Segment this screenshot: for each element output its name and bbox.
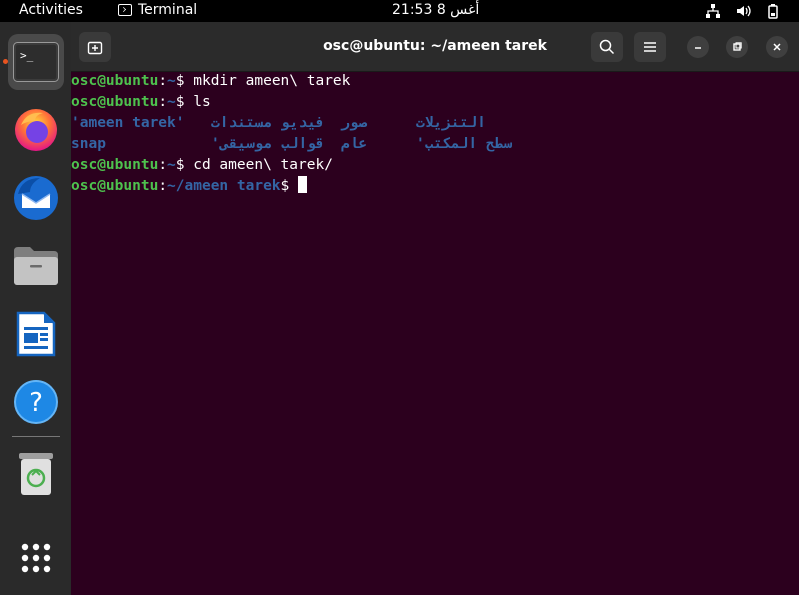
terminal-line: osc@ubuntu:~$ ls bbox=[71, 94, 211, 110]
dock-show-applications[interactable] bbox=[8, 530, 64, 586]
volume-icon[interactable] bbox=[735, 3, 751, 19]
trash-icon bbox=[19, 453, 53, 495]
dock-help[interactable]: ? bbox=[8, 374, 64, 430]
header-bar: osc@ubuntu: ~/ameen tarek bbox=[71, 22, 799, 72]
dock-files[interactable] bbox=[8, 238, 64, 294]
dock-thunderbird[interactable] bbox=[8, 170, 64, 226]
terminal-window: osc@ubuntu: ~/ameen tarek osc@ubuntu:~$ … bbox=[71, 22, 799, 595]
ls-entry: التنزيلات bbox=[416, 115, 486, 131]
system-tray[interactable] bbox=[705, 3, 781, 19]
battery-icon[interactable] bbox=[765, 3, 781, 19]
minimize-button[interactable] bbox=[687, 36, 709, 58]
hamburger-icon bbox=[644, 42, 656, 52]
ls-entry: 'ameen tarek' bbox=[71, 115, 185, 131]
clock[interactable]: أغس 8 21:53 bbox=[392, 2, 479, 18]
ls-output-row: snap 'موسيقى قوالب عام 'سطح المكتب bbox=[71, 134, 799, 155]
writer-document-icon bbox=[16, 311, 56, 357]
prompt-path: ~ bbox=[167, 73, 176, 89]
maximize-icon bbox=[733, 42, 742, 51]
search-button[interactable] bbox=[591, 32, 623, 62]
prompt-path: ~/ameen tarek bbox=[167, 178, 281, 194]
folder-icon bbox=[14, 247, 58, 285]
terminal-line: osc@ubuntu:~/ameen tarek$ bbox=[71, 176, 799, 197]
text-cursor bbox=[298, 176, 308, 193]
prompt-path: ~ bbox=[167, 94, 176, 110]
search-icon bbox=[599, 39, 615, 55]
app-menu-label: Terminal bbox=[138, 2, 198, 18]
prompt-user: osc@ubuntu bbox=[71, 178, 159, 194]
terminal-line: osc@ubuntu:~$ mkdir ameen\ tarek bbox=[71, 73, 351, 89]
dock: >_ ? bbox=[0, 22, 71, 595]
command-text: mkdir ameen\ tarek bbox=[184, 73, 351, 89]
help-icon: ? bbox=[14, 380, 58, 424]
terminal-icon bbox=[118, 4, 132, 16]
terminal-icon: >_ bbox=[13, 42, 59, 82]
command-text: ls bbox=[184, 94, 211, 110]
maximize-button[interactable] bbox=[726, 36, 748, 58]
dock-separator bbox=[12, 436, 60, 437]
dock-libreoffice-writer[interactable] bbox=[8, 306, 64, 362]
minimize-icon bbox=[695, 47, 701, 49]
firefox-icon bbox=[15, 109, 57, 151]
command-text: cd ameen\ tarek/ bbox=[184, 157, 333, 173]
app-menu[interactable]: Terminal bbox=[118, 2, 197, 18]
scrollbar[interactable] bbox=[795, 71, 798, 595]
ls-output-row: 'ameen tarek' مستندات فيديو صور التنزيلات bbox=[71, 113, 799, 134]
menu-button[interactable] bbox=[634, 32, 666, 62]
ls-entry: عام bbox=[341, 136, 368, 152]
prompt-user: osc@ubuntu bbox=[71, 94, 159, 110]
prompt-user: osc@ubuntu bbox=[71, 157, 159, 173]
close-button[interactable] bbox=[766, 36, 788, 58]
terminal-output[interactable]: osc@ubuntu:~$ mkdir ameen\ tarek osc@ubu… bbox=[71, 71, 799, 595]
ls-entry: صور bbox=[341, 115, 368, 131]
dock-terminal[interactable]: >_ bbox=[8, 34, 64, 90]
prompt-path: ~ bbox=[167, 157, 176, 173]
dock-firefox[interactable] bbox=[8, 102, 64, 158]
ls-entry: 'موسيقى bbox=[211, 136, 273, 152]
svg-text:>_: >_ bbox=[20, 49, 34, 62]
ls-entry: 'سطح المكتب bbox=[416, 136, 513, 152]
network-icon[interactable] bbox=[705, 3, 721, 19]
thunderbird-icon bbox=[14, 176, 58, 220]
close-icon bbox=[773, 43, 781, 51]
app-grid-icon bbox=[21, 543, 51, 573]
activities-button[interactable]: Activities bbox=[19, 2, 83, 18]
ls-entry: فيديو bbox=[281, 115, 325, 131]
dock-trash[interactable] bbox=[8, 446, 64, 502]
terminal-line: osc@ubuntu:~$ cd ameen\ tarek/ bbox=[71, 157, 333, 173]
top-bar: Activities Terminal أغس 8 21:53 bbox=[0, 0, 799, 22]
ls-entry: مستندات bbox=[211, 115, 273, 131]
svg-text:?: ? bbox=[29, 388, 43, 418]
ls-entry: snap bbox=[71, 136, 106, 152]
ls-entry: قوالب bbox=[281, 136, 325, 152]
prompt-user: osc@ubuntu bbox=[71, 73, 159, 89]
